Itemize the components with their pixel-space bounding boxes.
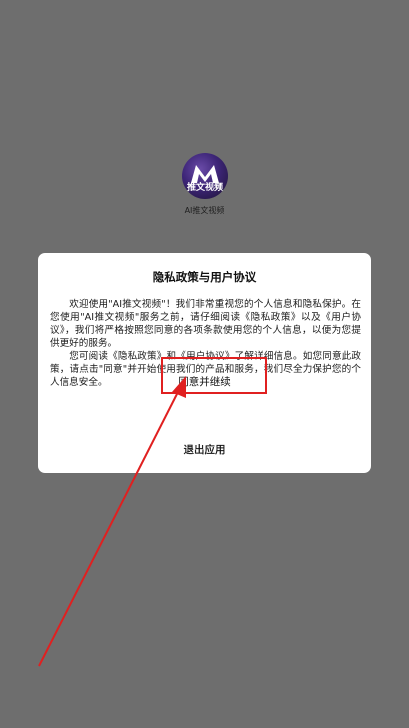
- highlight-box: [161, 357, 267, 394]
- dialog-paragraph-1: 欢迎使用"AI推文视频"！我们非常重视您的个人信息和隐私保护。在您使用"AI推文…: [50, 299, 361, 349]
- dialog-title: 隐私政策与用户协议: [152, 270, 257, 284]
- logo-text: 推文视频: [186, 183, 223, 193]
- app-name: AI推文视频: [184, 206, 225, 215]
- app-logo: 推文视频: [182, 153, 228, 199]
- exit-button[interactable]: 退出应用: [38, 442, 371, 457]
